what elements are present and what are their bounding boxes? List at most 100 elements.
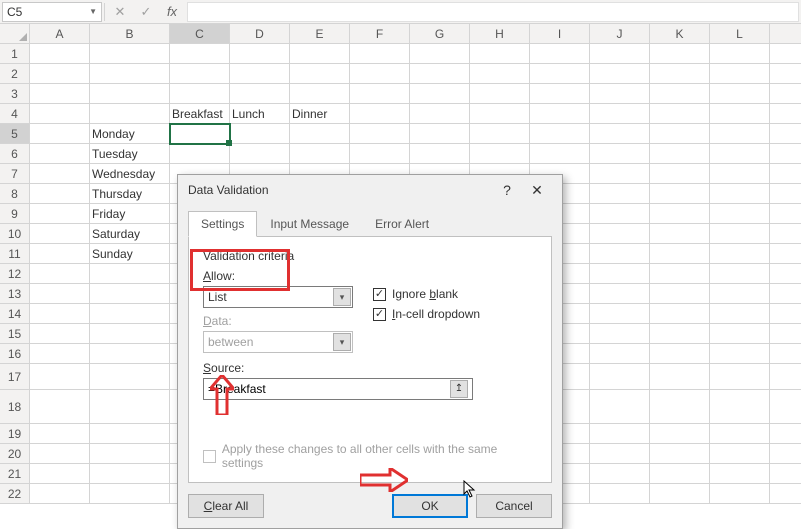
cell[interactable] [590, 424, 650, 443]
cell[interactable] [470, 104, 530, 123]
cell[interactable] [710, 104, 770, 123]
cell[interactable] [710, 164, 770, 183]
cell[interactable] [530, 64, 590, 83]
cell[interactable] [590, 84, 650, 103]
cell[interactable] [30, 184, 90, 203]
cell[interactable] [710, 264, 770, 283]
cell[interactable] [30, 144, 90, 163]
cell[interactable]: Tuesday [90, 144, 170, 163]
cell[interactable] [710, 244, 770, 263]
row-header[interactable]: 13 [0, 284, 30, 303]
cell[interactable] [90, 390, 170, 423]
row-header[interactable]: 12 [0, 264, 30, 283]
cell[interactable] [710, 284, 770, 303]
select-all-corner[interactable] [0, 24, 30, 43]
cancel-button[interactable]: Cancel [476, 494, 552, 518]
cell[interactable] [710, 64, 770, 83]
cell[interactable] [170, 64, 230, 83]
cell[interactable]: Friday [90, 204, 170, 223]
cell[interactable] [230, 144, 290, 163]
cell[interactable] [590, 184, 650, 203]
cell[interactable] [710, 144, 770, 163]
col-header[interactable]: G [410, 24, 470, 43]
row-header[interactable]: 8 [0, 184, 30, 203]
cell[interactable] [90, 424, 170, 443]
col-header[interactable]: H [470, 24, 530, 43]
chevron-down-icon[interactable]: ▼ [89, 7, 97, 16]
cell[interactable] [230, 124, 290, 143]
cell[interactable] [30, 390, 90, 423]
cell[interactable] [170, 84, 230, 103]
incell-dropdown-checkbox[interactable]: ✓ In-cell dropdown [373, 307, 480, 321]
tab-settings[interactable]: Settings [188, 211, 257, 237]
cell[interactable] [650, 84, 710, 103]
cell[interactable] [590, 144, 650, 163]
cell[interactable] [650, 304, 710, 323]
cell[interactable] [650, 484, 710, 503]
cell[interactable] [710, 224, 770, 243]
cell[interactable] [650, 264, 710, 283]
cell[interactable] [350, 64, 410, 83]
cell[interactable]: Wednesday [90, 164, 170, 183]
cell[interactable] [410, 144, 470, 163]
cell[interactable] [90, 304, 170, 323]
cell[interactable] [170, 44, 230, 63]
cell[interactable] [350, 144, 410, 163]
cell[interactable] [710, 124, 770, 143]
cell[interactable] [650, 364, 710, 389]
cell[interactable] [30, 424, 90, 443]
ok-button[interactable]: OK [392, 494, 468, 518]
row-header[interactable]: 6 [0, 144, 30, 163]
row-header[interactable]: 16 [0, 344, 30, 363]
cell[interactable] [590, 244, 650, 263]
cell[interactable] [350, 44, 410, 63]
cell[interactable] [710, 324, 770, 343]
col-header[interactable]: B [90, 24, 170, 43]
cell[interactable] [590, 364, 650, 389]
cell[interactable] [590, 344, 650, 363]
cell[interactable] [90, 364, 170, 389]
close-icon[interactable]: ✕ [522, 182, 552, 199]
cell[interactable] [590, 444, 650, 463]
row-header[interactable]: 5 [0, 124, 30, 143]
cell[interactable] [30, 164, 90, 183]
row-header[interactable]: 15 [0, 324, 30, 343]
cell[interactable] [590, 264, 650, 283]
cell[interactable] [90, 464, 170, 483]
cell[interactable] [590, 304, 650, 323]
cell[interactable] [30, 44, 90, 63]
cell[interactable] [290, 44, 350, 63]
cell[interactable]: Dinner [290, 104, 350, 123]
cell[interactable] [650, 344, 710, 363]
source-input[interactable] [208, 382, 438, 396]
cell[interactable] [650, 390, 710, 423]
col-header[interactable]: J [590, 24, 650, 43]
cell[interactable] [650, 144, 710, 163]
cell[interactable] [410, 44, 470, 63]
cell[interactable] [290, 84, 350, 103]
row-header[interactable]: 2 [0, 64, 30, 83]
cell[interactable] [650, 44, 710, 63]
cell[interactable] [230, 84, 290, 103]
cell[interactable] [710, 184, 770, 203]
cell[interactable] [30, 264, 90, 283]
row-header[interactable]: 18 [0, 390, 30, 423]
col-header[interactable]: A [30, 24, 90, 43]
cell[interactable] [410, 104, 470, 123]
cell[interactable] [650, 244, 710, 263]
cell[interactable] [590, 224, 650, 243]
cell[interactable] [710, 364, 770, 389]
cell[interactable] [710, 444, 770, 463]
cell[interactable] [650, 324, 710, 343]
cell[interactable] [650, 124, 710, 143]
cell[interactable] [530, 144, 590, 163]
cell[interactable] [710, 424, 770, 443]
cell[interactable] [170, 124, 230, 143]
help-icon[interactable]: ? [492, 182, 522, 198]
cell[interactable] [530, 44, 590, 63]
cell[interactable] [290, 64, 350, 83]
row-header[interactable]: 20 [0, 444, 30, 463]
cell[interactable] [590, 464, 650, 483]
row-header[interactable]: 17 [0, 364, 30, 389]
cell[interactable] [90, 104, 170, 123]
